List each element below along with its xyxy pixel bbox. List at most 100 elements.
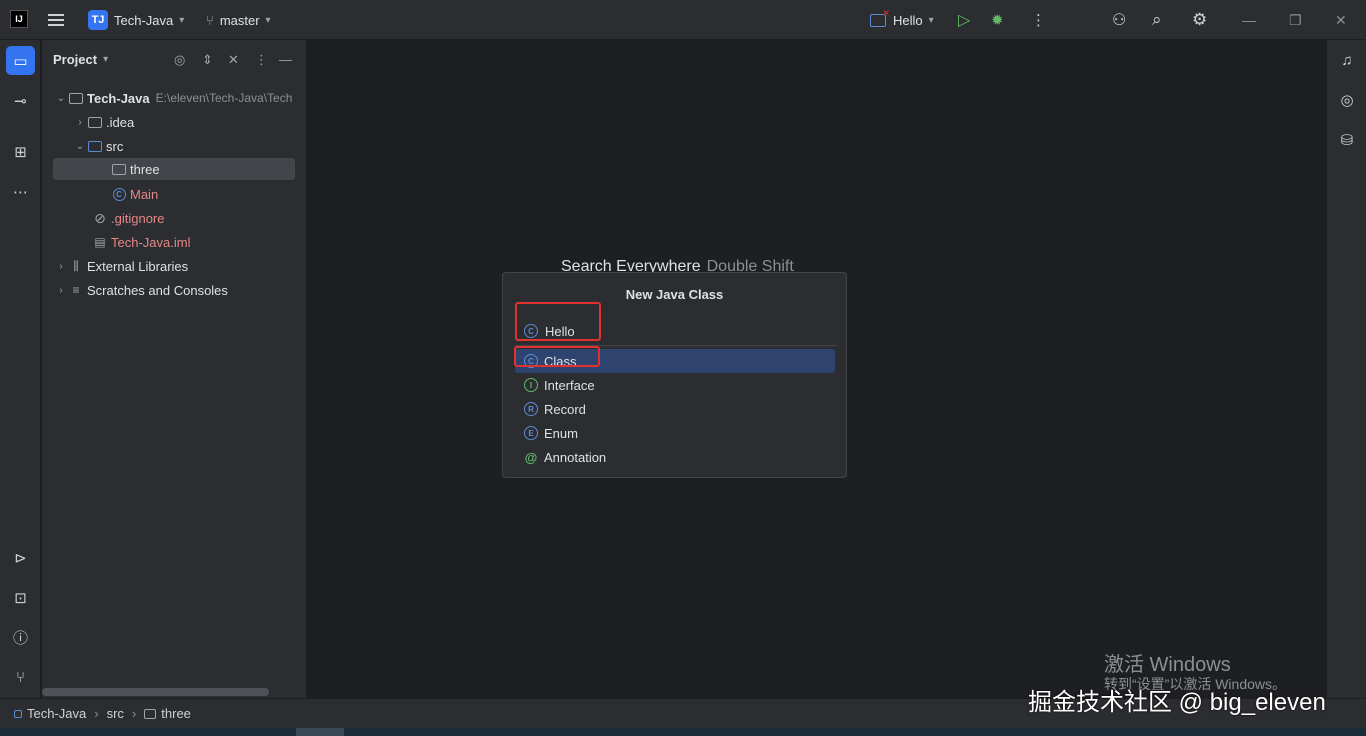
database-icon[interactable]: ⛁ xyxy=(1335,128,1359,152)
structure-icon[interactable]: ⊞ xyxy=(6,137,35,166)
title-bar: IJ TJ Tech-Java ▾ ⑂ master ▾ ✕ Hello ▾ ▷… xyxy=(0,0,1366,40)
tree-item-label: Tech-Java xyxy=(87,90,150,106)
restore-icon[interactable]: ❐ xyxy=(1289,0,1302,40)
tree-item-path: E:\eleven\Tech-Java\Tech xyxy=(155,91,293,105)
annotation-icon: @ xyxy=(524,449,538,465)
folder-icon xyxy=(68,91,84,105)
tree-item-label: External Libraries xyxy=(87,258,189,274)
chevron-right-icon: › xyxy=(78,116,82,128)
more-actions-icon[interactable]: ⋮ xyxy=(1031,0,1046,40)
chevron-down-icon: ▾ xyxy=(103,54,109,65)
module-icon xyxy=(14,709,22,718)
tree-item-three[interactable]: three xyxy=(53,158,295,180)
chevron-down-icon: ▾ xyxy=(928,14,934,26)
ignore-file-icon: ⊘ xyxy=(94,209,106,226)
debug-icon[interactable]: ✹ xyxy=(991,0,1004,40)
problems-icon[interactable]: ⓘ xyxy=(6,623,35,652)
chevron-right-icon: › xyxy=(59,284,63,296)
package-icon xyxy=(144,708,157,719)
tree-item-label: three xyxy=(130,161,160,177)
scratches-icon: ≡ xyxy=(72,283,80,297)
chevron-right-icon: › xyxy=(131,706,137,721)
project-panel-title[interactable]: Project ▾ xyxy=(53,52,108,67)
run-config-selector[interactable]: ✕ Hello ▾ xyxy=(870,0,934,40)
settings-gear-icon[interactable]: ⚙ xyxy=(1192,0,1207,40)
ai-assistant-icon[interactable]: ◎ xyxy=(1335,88,1359,112)
horizontal-scrollbar[interactable] xyxy=(42,688,269,696)
tree-item-src[interactable]: ⌄ src xyxy=(73,135,124,157)
class-icon: C xyxy=(111,187,127,201)
option-interface[interactable]: I Interface xyxy=(515,373,835,397)
project-folder-icon[interactable]: ▭ xyxy=(6,46,35,75)
hide-panel-icon[interactable]: — xyxy=(279,52,292,70)
breadcrumb-three[interactable]: three xyxy=(161,706,191,721)
main-menu-button[interactable] xyxy=(48,0,64,40)
option-label: Record xyxy=(544,401,586,417)
breadcrumb-project[interactable]: Tech-Java xyxy=(27,706,86,721)
option-annotation[interactable]: @ Annotation xyxy=(515,445,835,469)
project-panel: Project ▾ ◎ ⇕ ✕ ⋮ — ⌄ Tech-Java E:\eleve… xyxy=(42,40,307,698)
activation-title: 激活 Windows xyxy=(1104,654,1231,676)
tree-item-label: .idea xyxy=(106,114,135,130)
tree-item-gitignore[interactable]: ⊘ .gitignore xyxy=(92,207,164,229)
new-java-class-popup: New Java Class C C Class I Interface R R… xyxy=(502,272,847,478)
minimize-icon[interactable]: — xyxy=(1242,0,1256,40)
notifications-bell-icon[interactable]: ♫ xyxy=(1335,48,1359,72)
tree-item-label: Scratches and Consoles xyxy=(87,282,228,298)
tree-item-tech-java[interactable]: ⌄ Tech-Java E:\eleven\Tech-Java\Tech xyxy=(54,87,293,109)
branch-icon: ⑂ xyxy=(206,12,214,28)
branch-selector[interactable]: ⑂ master ▾ xyxy=(206,0,271,40)
project-panel-label: Project xyxy=(53,52,98,67)
tree-item-scratches[interactable]: › ≡ Scratches and Consoles xyxy=(54,279,228,301)
option-enum[interactable]: E Enum xyxy=(515,421,835,445)
locate-icon[interactable]: ◎ xyxy=(174,52,185,70)
folder-icon xyxy=(87,115,103,129)
tree-item-idea[interactable]: › .idea xyxy=(73,111,134,133)
record-icon: R xyxy=(524,402,538,416)
terminal-icon[interactable]: ⊡ xyxy=(6,583,35,612)
option-label: Enum xyxy=(544,425,578,441)
option-record[interactable]: R Record xyxy=(515,397,835,421)
taskbar-item[interactable] xyxy=(296,728,344,736)
tree-item-label: Tech-Java.iml xyxy=(111,234,191,250)
more-tools-icon[interactable]: ⋯ xyxy=(6,177,35,206)
services-icon[interactable]: ⊳ xyxy=(6,543,35,572)
highlight-box-name xyxy=(515,302,601,341)
chevron-down-icon: ⌄ xyxy=(75,140,85,152)
tree-item-label: .gitignore xyxy=(111,210,165,226)
tree-item-label: Main xyxy=(130,186,159,202)
project-badge: TJ xyxy=(88,10,108,30)
run-config-icon: ✕ xyxy=(870,8,890,27)
chevron-right-icon: › xyxy=(59,260,63,272)
git-icon[interactable]: ⑂ xyxy=(6,663,35,692)
commit-icon[interactable]: ⊸ xyxy=(6,86,35,115)
chevron-down-icon: ▾ xyxy=(265,14,271,26)
chevron-right-icon: › xyxy=(94,706,99,721)
run-icon[interactable]: ▷ xyxy=(958,0,970,40)
search-icon[interactable]: ⌕ xyxy=(1152,0,1162,40)
windows-taskbar xyxy=(0,728,1366,736)
left-tool-strip: ▭ ⊸ ⊞ ⋯ ⊳ ⊡ ⓘ ⑂ xyxy=(0,40,41,698)
intellij-logo-icon[interactable]: IJ xyxy=(10,10,28,28)
tree-item-main[interactable]: C Main xyxy=(111,183,158,205)
option-label: Annotation xyxy=(544,449,607,465)
add-user-icon[interactable]: ⚇ xyxy=(1112,0,1126,40)
tree-item-external-libraries[interactable]: › ⫼ External Libraries xyxy=(54,255,188,277)
close-icon[interactable]: ✕ xyxy=(1335,0,1347,40)
source-folder-icon xyxy=(87,139,103,153)
tree-item-iml[interactable]: ▤ Tech-Java.iml xyxy=(92,231,190,253)
breadcrumb-src[interactable]: src xyxy=(107,706,124,721)
project-selector[interactable]: TJ Tech-Java ▾ xyxy=(88,0,184,40)
interface-icon: I xyxy=(524,378,538,392)
site-watermark: 掘金技术社区 @ big_eleven xyxy=(1028,689,1326,716)
collapse-all-icon[interactable]: ✕ xyxy=(228,52,239,70)
options-icon[interactable]: ⋮ xyxy=(255,52,268,70)
library-icon: ⫼ xyxy=(73,258,79,273)
expand-all-icon[interactable]: ⇕ xyxy=(202,52,213,70)
module-file-icon: ▤ xyxy=(94,235,106,249)
popup-title: New Java Class xyxy=(625,287,724,302)
run-config-name: Hello xyxy=(893,12,923,28)
right-tool-strip: ♫ ◎ ⛁ xyxy=(1326,40,1366,698)
package-icon xyxy=(111,162,127,176)
chevron-down-icon: ▾ xyxy=(179,14,185,26)
